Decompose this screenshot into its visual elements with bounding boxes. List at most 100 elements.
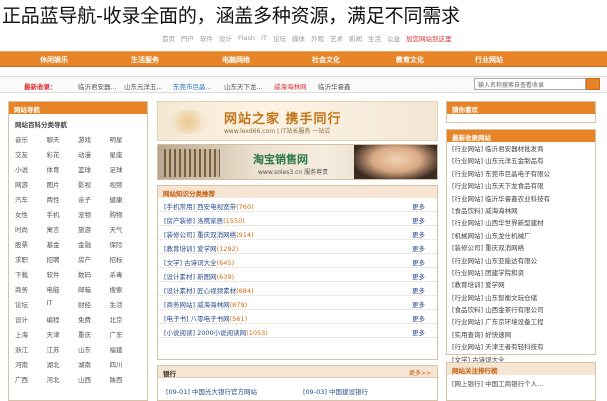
category-link[interactable]: 下载	[15, 269, 47, 279]
category-link[interactable]: 广东	[110, 329, 142, 339]
category-link[interactable]: 体育	[47, 164, 79, 174]
category-link[interactable]: 基金	[47, 239, 79, 249]
category-link[interactable]: 健康	[110, 194, 142, 204]
category-link[interactable]: 房产	[78, 254, 110, 264]
category-link[interactable]: 足球	[110, 164, 142, 174]
category-link[interactable]: 湖北	[47, 359, 79, 369]
top-link[interactable]: 论坛	[273, 33, 286, 43]
category-link[interactable]: 音乐	[15, 134, 47, 144]
top-link[interactable]: 艺术	[330, 33, 343, 43]
top-link[interactable]: 首页	[162, 33, 175, 43]
bank-link[interactable]: [09-03] 中国建设银行	[303, 386, 368, 396]
category-link[interactable]: 旅游	[78, 224, 110, 234]
knowledge-link[interactable]: [装修公司] 重庆双消网络	[164, 231, 236, 239]
nav-item-industry[interactable]: 行业网站	[475, 55, 503, 65]
nav-item-life[interactable]: 生活服务	[131, 55, 159, 65]
latest-site-item[interactable]: [实用查询] 好快速网	[447, 328, 595, 340]
knowledge-more-link[interactable]: 更多	[412, 215, 425, 225]
category-link[interactable]: 招聘	[47, 254, 79, 264]
category-link[interactable]: 北京	[110, 314, 142, 324]
category-link[interactable]: 福建	[110, 344, 142, 354]
latest-site-item[interactable]: [行业网站] 东莞市巨晶电子有限公	[447, 167, 595, 179]
latest-site-item[interactable]: [机械网站] 山东龙仕机械厂	[447, 229, 595, 241]
news-item[interactable]: 山东元洋五...	[124, 81, 163, 91]
category-link[interactable]: 交友	[15, 149, 47, 159]
bank-link[interactable]: [09-01] 中国光大银行官方网站	[166, 386, 257, 396]
nav-item-society[interactable]: 社会文化	[312, 55, 340, 65]
knowledge-link[interactable]: [电子书] 八零电子书网	[164, 315, 230, 323]
category-link[interactable]: 彩花	[47, 149, 79, 159]
knowledge-link[interactable]: [设计素材] 匠心视频素材	[164, 287, 236, 295]
category-link[interactable]: 购物	[110, 209, 142, 219]
category-link[interactable]: 两性	[47, 194, 79, 204]
category-link[interactable]: 浙江	[15, 344, 47, 354]
top-link[interactable]: 设计	[219, 33, 232, 43]
top-link[interactable]: 媒体	[292, 33, 305, 43]
category-link[interactable]: 宠物	[78, 209, 110, 219]
ranking-item[interactable]: [网上银行] 中国工商银行个人...	[447, 375, 595, 387]
category-link[interactable]: 小说	[15, 164, 47, 174]
latest-site-item[interactable]: [教育培训] 爱学网	[447, 278, 595, 290]
knowledge-more-link[interactable]: 更多	[412, 257, 425, 267]
category-link[interactable]: 编程	[47, 314, 79, 324]
category-link[interactable]: 四川	[110, 359, 142, 369]
nav-item-leisure[interactable]: 休闲娱乐	[40, 55, 68, 65]
category-link[interactable]: 游戏	[78, 134, 110, 144]
latest-site-item[interactable]: [行业网站] 广东京环境设备工程	[447, 315, 595, 327]
news-item[interactable]: 山东天下龙...	[224, 81, 263, 91]
category-link[interactable]: 商务	[15, 284, 47, 294]
knowledge-more-link[interactable]: 更多	[412, 243, 425, 253]
knowledge-more-link[interactable]: 更多	[412, 299, 425, 309]
latest-site-item[interactable]: [行业网站] 临沂华睿鑫农业科技有	[447, 192, 595, 204]
latest-site-item[interactable]: [行业网站] 临沂君安器材批发商	[447, 142, 595, 154]
knowledge-link[interactable]: [设计素材] 新图网	[164, 273, 217, 281]
category-link[interactable]: 广西	[15, 374, 47, 384]
latest-site-item[interactable]: [行业网站] 山东元洋五金制品有	[447, 154, 595, 166]
search-input[interactable]: 输入名称搜索自查看收录	[474, 78, 586, 90]
category-link[interactable]: 湖南	[78, 359, 110, 369]
category-link[interactable]: 亲子	[78, 194, 110, 204]
top-link[interactable]: IT	[261, 34, 267, 42]
latest-site-item[interactable]: [行业网站] 山东天下龙食品有限	[447, 179, 595, 191]
top-link[interactable]: 新闻	[349, 33, 362, 43]
category-link[interactable]: 篮球	[78, 164, 110, 174]
knowledge-link[interactable]: [商务网站] 威海海林网	[164, 301, 230, 309]
category-link[interactable]: 搜索	[110, 284, 142, 294]
knowledge-more-link[interactable]: 更多	[412, 201, 425, 211]
knowledge-more-link[interactable]: 更多	[412, 327, 425, 337]
category-link[interactable]: 动漫	[78, 149, 110, 159]
category-link[interactable]: 寓言	[47, 224, 79, 234]
category-link[interactable]: 金融	[78, 239, 110, 249]
category-link[interactable]: 保险	[110, 239, 142, 249]
category-link[interactable]: 上海	[15, 329, 47, 339]
latest-site-item[interactable]: [食品饮料] 威海海林网	[447, 204, 595, 216]
knowledge-link[interactable]: [教育培训] 爱学网	[164, 245, 217, 253]
news-item[interactable]: 威海海林网	[274, 81, 307, 91]
category-link[interactable]: 聊天	[47, 134, 79, 144]
category-link[interactable]: 影视	[78, 179, 110, 189]
knowledge-link[interactable]: [手机常用] 西安电视宽带	[164, 203, 236, 211]
top-link[interactable]: 软件	[200, 33, 213, 43]
category-link[interactable]: 招标	[110, 254, 142, 264]
knowledge-link[interactable]: [小说阅读] 2000小说阅读网	[164, 329, 246, 337]
top-link[interactable]: 外观	[311, 33, 324, 43]
latest-site-item[interactable]: [食品饮料] 山西金茶行有限公司	[447, 303, 595, 315]
knowledge-more-link[interactable]: 更多	[412, 229, 425, 239]
bank-more-link[interactable]: 更多>>	[409, 368, 431, 377]
category-link[interactable]: 星座	[110, 149, 142, 159]
category-link[interactable]: 免费	[78, 314, 110, 324]
news-item[interactable]: 东莞市巨晶...	[173, 81, 212, 91]
category-link[interactable]: 邮箱	[78, 284, 110, 294]
category-link[interactable]: 时尚	[15, 224, 47, 234]
latest-site-item[interactable]: [行业网站] 山西华世界新型建材	[447, 216, 595, 228]
knowledge-more-link[interactable]: 更多	[412, 271, 425, 281]
category-link[interactable]: 天气	[110, 224, 142, 234]
category-link[interactable]: 股票	[15, 239, 47, 249]
latest-site-item[interactable]: [装修公司] 重庆双消网络	[447, 241, 595, 253]
knowledge-more-link[interactable]: 更多	[412, 313, 425, 323]
latest-site-item[interactable]: [行业网站] 团建学院和资	[447, 266, 595, 278]
category-link[interactable]: 河南	[15, 359, 47, 369]
category-link[interactable]: 重庆	[78, 329, 110, 339]
category-link[interactable]: 陕西	[110, 374, 142, 384]
category-link[interactable]: 明星	[110, 134, 142, 144]
